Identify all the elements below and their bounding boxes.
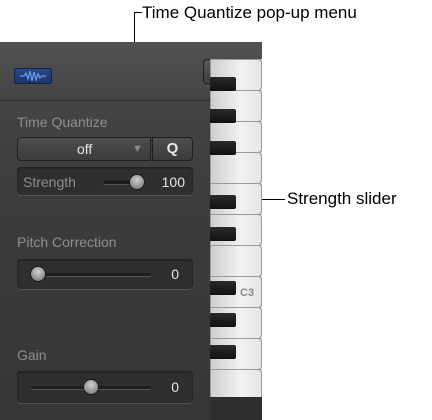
controls-area: Time Quantize off ▼ Q Strength 100 Pitch… bbox=[0, 101, 210, 420]
c3-key-label: C3 bbox=[240, 287, 255, 299]
time-quantize-value: off bbox=[77, 141, 93, 157]
time-quantize-popup-menu[interactable]: off ▼ bbox=[17, 137, 151, 161]
black-key[interactable] bbox=[210, 313, 236, 327]
black-key[interactable] bbox=[210, 281, 236, 295]
black-key[interactable] bbox=[210, 77, 236, 91]
time-quantize-leader-line bbox=[134, 12, 142, 13]
white-key[interactable] bbox=[210, 152, 262, 184]
time-quantize-label: Time Quantize bbox=[17, 114, 108, 130]
black-key[interactable] bbox=[210, 227, 236, 241]
gain-label: Gain bbox=[17, 347, 47, 363]
black-key[interactable] bbox=[210, 141, 236, 155]
white-key-c3[interactable] bbox=[210, 245, 262, 277]
pitch-correction-slider-track[interactable] bbox=[31, 273, 151, 276]
strength-slider-knob[interactable] bbox=[130, 175, 144, 189]
black-key[interactable] bbox=[210, 195, 236, 209]
piano-keyboard[interactable] bbox=[210, 59, 262, 401]
quantize-q-button[interactable]: Q bbox=[152, 137, 193, 161]
pitch-correction-slider-knob[interactable] bbox=[31, 267, 45, 281]
keyboard-bottom-bar bbox=[210, 397, 262, 420]
strength-label: Strength bbox=[23, 174, 76, 190]
strength-callout: Strength slider bbox=[287, 189, 397, 208]
black-key[interactable] bbox=[210, 109, 236, 123]
pitch-correction-value: 0 bbox=[171, 266, 179, 282]
pitch-correction-label: Pitch Correction bbox=[17, 234, 117, 250]
gain-slider-knob[interactable] bbox=[84, 380, 98, 394]
waveform-icon[interactable] bbox=[14, 68, 52, 84]
strength-value: 100 bbox=[161, 174, 185, 190]
black-key[interactable] bbox=[210, 345, 236, 359]
chevron-down-icon: ▼ bbox=[132, 143, 143, 155]
gain-value: 0 bbox=[171, 379, 179, 395]
time-quantize-callout: Time Quantize pop-up menu bbox=[142, 3, 357, 22]
